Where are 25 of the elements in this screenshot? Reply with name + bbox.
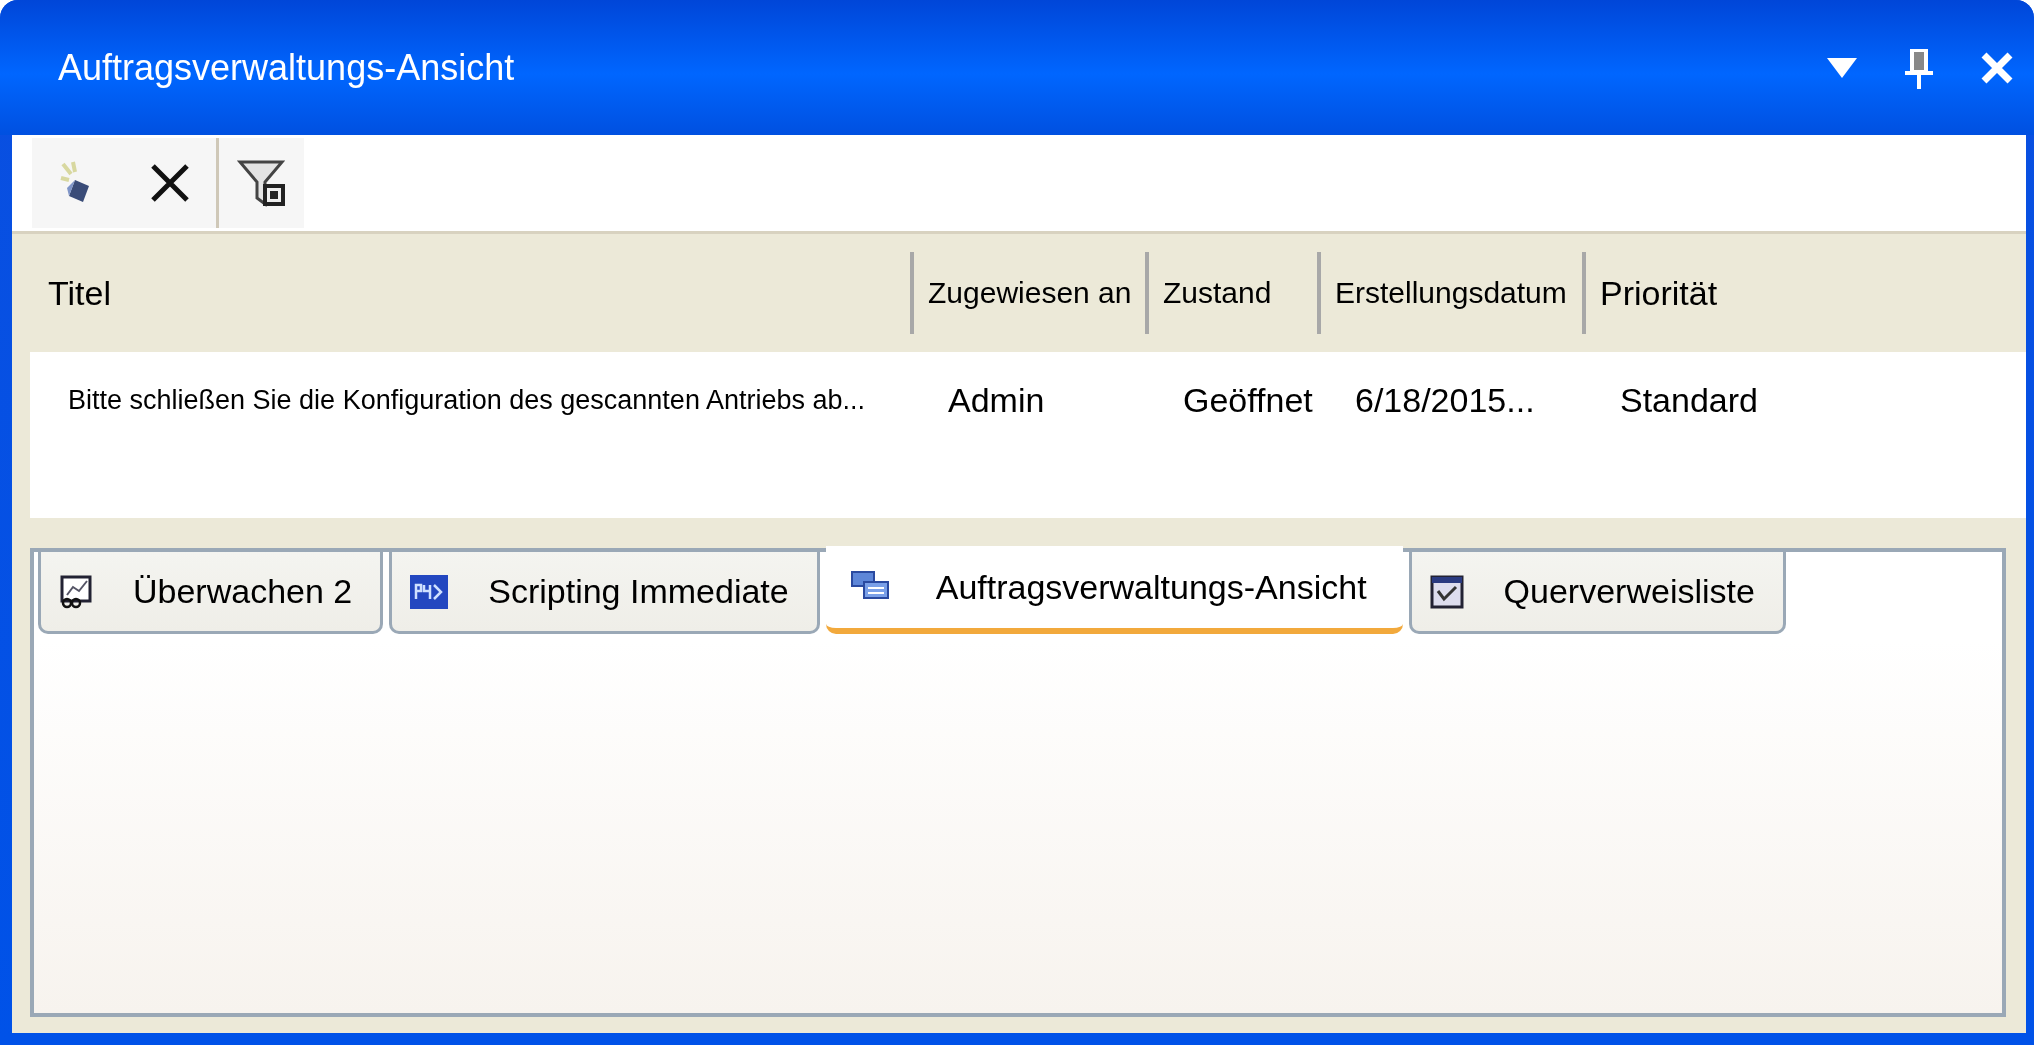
window-title: Auftragsverwaltungs-Ansicht <box>58 46 515 89</box>
table-cell: 6/18/2015... <box>1355 380 1535 419</box>
filter-icon <box>236 158 287 208</box>
column-header[interactable]: Zustand <box>1163 276 1272 310</box>
column-header[interactable]: Titel <box>48 273 111 313</box>
filter-button[interactable] <box>216 138 304 228</box>
table-cell: Admin <box>948 380 1045 419</box>
table-cell: Geöffnet <box>1183 380 1313 419</box>
close-icon[interactable] <box>1980 50 2014 85</box>
table-cell: Bitte schließen Sie die Konfiguration des gescannten Antriebs ab... <box>68 384 865 415</box>
script-icon <box>410 574 449 609</box>
column-header[interactable]: Priorität <box>1600 273 1718 313</box>
tab[interactable]: Auftragsverwaltungs-Ansicht <box>825 546 1403 634</box>
dropdown-icon[interactable] <box>1826 56 1858 79</box>
table-cell: Standard <box>1620 380 1758 419</box>
pin-icon[interactable] <box>1904 46 1934 89</box>
document-icon <box>1429 574 1464 609</box>
monitor-icon <box>59 574 93 609</box>
delete-button[interactable] <box>124 138 216 228</box>
new-task-button[interactable] <box>32 138 124 228</box>
column-header[interactable]: Zugewiesen an <box>928 276 1132 310</box>
tab[interactable]: Überwachen 2 <box>38 552 384 634</box>
tab[interactable]: Querverweisliste <box>1408 552 1786 634</box>
tab[interactable]: Scripting Immediate <box>389 552 820 634</box>
column-header[interactable]: Erstellungsdatum <box>1335 276 1567 310</box>
